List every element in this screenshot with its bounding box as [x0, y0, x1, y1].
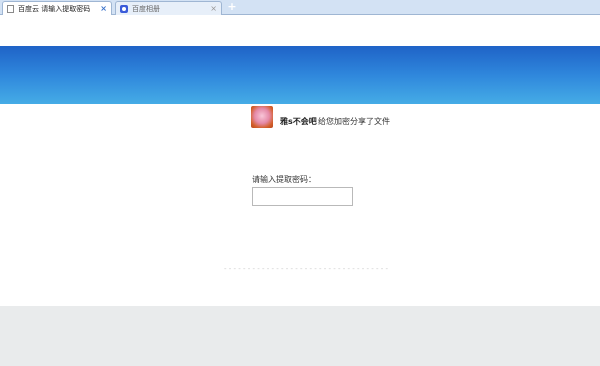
tab-baidu-cloud[interactable]: 百度云 请输入提取密码 ×: [2, 1, 112, 15]
header-banner: [0, 46, 600, 104]
tab-baidu-album[interactable]: 百度相册 ×: [115, 1, 222, 15]
tab-label: 百度云 请输入提取密码: [18, 4, 91, 13]
baidu-paw-icon: [120, 4, 128, 13]
page-icon: [7, 4, 14, 13]
close-icon[interactable]: ×: [100, 4, 107, 13]
avatar[interactable]: [251, 106, 273, 128]
close-icon[interactable]: ×: [210, 4, 217, 13]
tab-strip: 百度云 请输入提取密码 × 百度相册 × +: [0, 0, 600, 15]
tab-label: 百度相册: [132, 4, 160, 13]
new-tab-button[interactable]: +: [226, 1, 238, 13]
password-label: 请输入提取密码：: [252, 175, 316, 184]
browser-toolbar: [0, 15, 600, 46]
page-footer: [0, 306, 600, 366]
faint-notice-line: - - - - - - - - - - - - - - - - - - - - …: [224, 268, 389, 273]
password-input[interactable]: [252, 187, 353, 206]
share-username[interactable]: 雅s不会吧: [280, 116, 317, 127]
share-message: 给您加密分享了文件: [318, 117, 390, 126]
